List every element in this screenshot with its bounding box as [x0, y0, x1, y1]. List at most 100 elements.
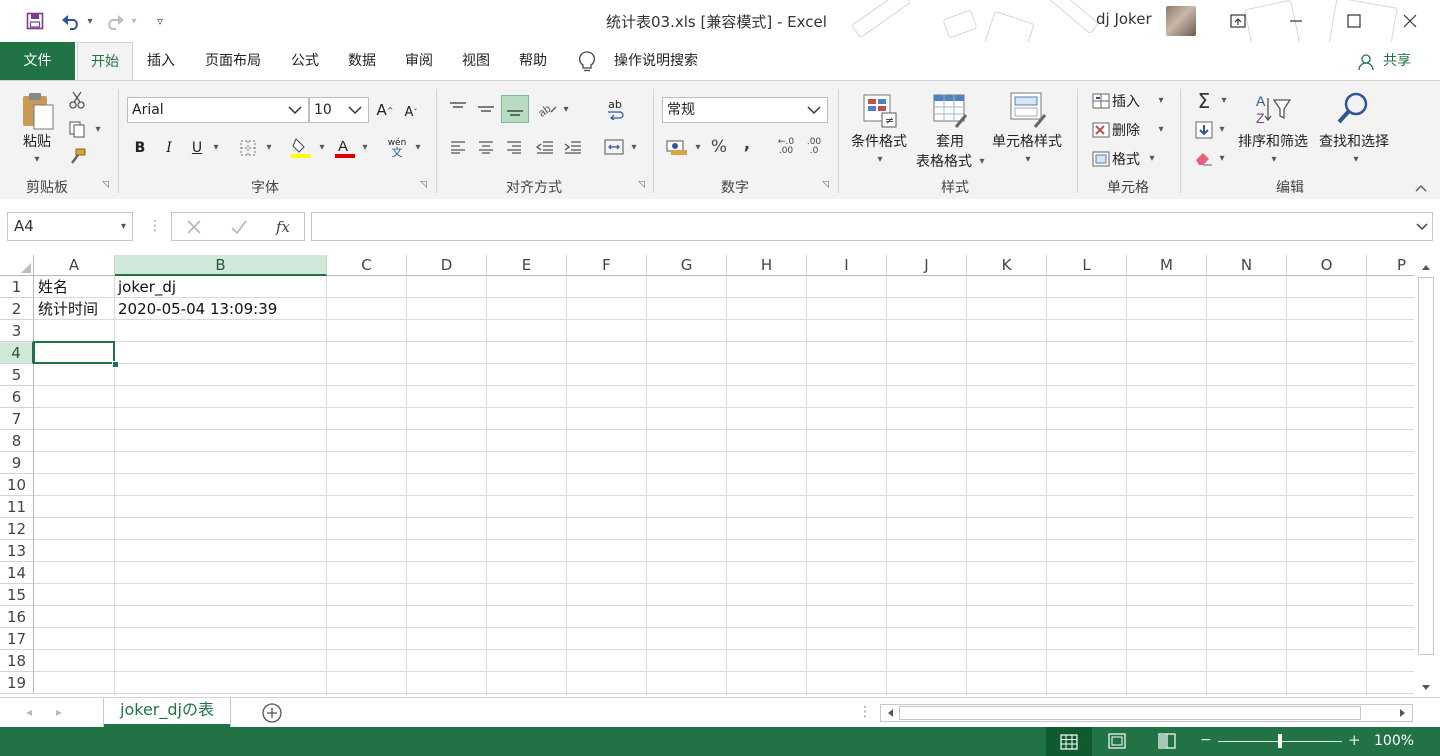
increase-decimal-icon[interactable]: ←.0.00: [774, 136, 798, 158]
format-as-table-icon[interactable]: [930, 91, 970, 131]
row-header-17[interactable]: 17: [0, 628, 34, 650]
column-header-m[interactable]: M: [1127, 255, 1207, 276]
bold-button[interactable]: B: [129, 137, 151, 159]
zoom-in-icon[interactable]: +: [1348, 731, 1361, 749]
decrease-decimal-icon[interactable]: .00.0: [802, 136, 826, 158]
column-header-a[interactable]: A: [34, 255, 115, 276]
italic-button[interactable]: I: [158, 137, 180, 159]
column-header-p[interactable]: P: [1367, 255, 1414, 276]
clear-icon[interactable]: [1192, 147, 1216, 169]
fill-icon[interactable]: [1192, 119, 1216, 141]
minimize-icon[interactable]: [1276, 6, 1316, 36]
cell-a1[interactable]: 姓名: [34, 276, 68, 298]
normal-view-icon[interactable]: [1046, 727, 1092, 756]
phonetic-dropdown-icon[interactable]: ▾: [412, 141, 424, 153]
borders-icon[interactable]: [237, 137, 259, 159]
column-header-h[interactable]: H: [727, 255, 807, 276]
vertical-scroll-thumb[interactable]: [1418, 277, 1434, 655]
tell-me-search[interactable]: 操作说明搜索: [606, 42, 706, 80]
align-left-icon[interactable]: [447, 136, 469, 158]
find-select-button[interactable]: 查找和选择: [1314, 131, 1394, 151]
row-header-7[interactable]: 7: [0, 408, 34, 430]
comma-button[interactable]: ,: [736, 133, 758, 155]
column-header-b[interactable]: B: [115, 255, 327, 276]
sheet-tab-active[interactable]: joker_djの表: [104, 698, 230, 727]
row-header-6[interactable]: 6: [0, 386, 34, 408]
scroll-left-icon[interactable]: [883, 706, 897, 720]
row-header-14[interactable]: 14: [0, 562, 34, 584]
zoom-slider-thumb[interactable]: [1278, 734, 1282, 748]
column-header-j[interactable]: J: [887, 255, 967, 276]
row-header-3[interactable]: 3: [0, 320, 34, 342]
tab-insert[interactable]: 插入: [137, 42, 185, 80]
font-color-icon[interactable]: A: [333, 135, 357, 159]
delete-dropdown-icon[interactable]: ▾: [1155, 123, 1167, 135]
row-header-1[interactable]: 1: [0, 276, 34, 298]
tab-split-grip-icon[interactable]: ⋮: [858, 704, 872, 720]
select-all-corner[interactable]: [0, 255, 34, 276]
collapse-ribbon-icon[interactable]: [1412, 181, 1430, 195]
insert-cells-button[interactable]: 插入: [1112, 90, 1146, 112]
cell-styles-dropdown-icon[interactable]: ▾: [1022, 153, 1034, 165]
cell-b2[interactable]: 2020-05-04 13:09:39: [114, 298, 277, 320]
clear-dropdown-icon[interactable]: ▾: [1216, 152, 1228, 164]
decrease-font-icon[interactable]: Aˇ: [400, 101, 422, 123]
redo-icon[interactable]: [104, 8, 126, 34]
align-right-icon[interactable]: [503, 136, 525, 158]
font-name-select[interactable]: Arial: [127, 97, 309, 123]
expand-formula-icon[interactable]: [1416, 220, 1428, 236]
align-top-icon[interactable]: [446, 97, 470, 121]
tab-help[interactable]: 帮助: [509, 42, 557, 80]
orientation-icon[interactable]: ab: [535, 97, 559, 121]
row-header-18[interactable]: 18: [0, 650, 34, 672]
vertical-scrollbar[interactable]: [1414, 255, 1440, 697]
fill-color-icon[interactable]: [289, 135, 313, 159]
delete-cells-button[interactable]: 删除: [1112, 119, 1146, 141]
tab-file[interactable]: 文件: [0, 42, 75, 80]
accounting-format-icon[interactable]: [664, 136, 690, 158]
name-box[interactable]: A4 ▾: [7, 212, 133, 241]
horizontal-scrollbar[interactable]: [880, 704, 1413, 722]
avatar[interactable]: [1166, 6, 1196, 36]
copy-dropdown-icon[interactable]: ▾: [92, 123, 104, 135]
paste-dropdown-icon[interactable]: ▾: [30, 153, 44, 165]
row-header-4[interactable]: 4: [0, 342, 34, 364]
borders-dropdown-icon[interactable]: ▾: [263, 141, 275, 153]
format-painter-icon[interactable]: [66, 145, 88, 167]
align-middle-icon[interactable]: [474, 97, 498, 121]
add-sheet-icon[interactable]: [261, 702, 283, 728]
row-header-8[interactable]: 8: [0, 430, 34, 452]
merge-center-icon[interactable]: [602, 136, 626, 158]
column-header-c[interactable]: C: [327, 255, 407, 276]
horizontal-scroll-thumb[interactable]: [899, 706, 1361, 720]
format-table-dropdown-icon[interactable]: ▾: [977, 155, 987, 167]
fill-color-dropdown-icon[interactable]: ▾: [316, 141, 328, 153]
column-header-l[interactable]: L: [1047, 255, 1127, 276]
autosum-icon[interactable]: Σ: [1192, 89, 1216, 113]
close-icon[interactable]: [1390, 6, 1430, 36]
sort-filter-icon[interactable]: AZ: [1252, 91, 1296, 127]
format-cells-icon[interactable]: [1090, 148, 1112, 170]
sort-dropdown-icon[interactable]: ▾: [1268, 153, 1280, 165]
cell-styles-button[interactable]: 单元格样式: [986, 131, 1068, 151]
column-header-o[interactable]: O: [1287, 255, 1367, 276]
underline-dropdown-icon[interactable]: ▾: [210, 141, 222, 153]
formula-bar-grip-icon[interactable]: ⋮: [148, 218, 162, 234]
format-cells-button[interactable]: 格式: [1112, 148, 1146, 170]
zoom-out-icon[interactable]: −: [1200, 732, 1212, 748]
align-bottom-icon[interactable]: [501, 95, 529, 123]
row-header-12[interactable]: 12: [0, 518, 34, 540]
align-center-icon[interactable]: [475, 136, 497, 158]
page-break-view-icon[interactable]: [1158, 733, 1176, 753]
phonetic-guide-icon[interactable]: wén 文: [384, 136, 410, 160]
tab-page-layout[interactable]: 页面布局: [196, 42, 270, 80]
delete-cells-icon[interactable]: [1090, 119, 1112, 141]
cell-styles-icon[interactable]: [1007, 89, 1049, 131]
page-layout-view-icon[interactable]: [1108, 733, 1126, 753]
format-as-table-line1[interactable]: 套用: [920, 131, 980, 151]
sort-filter-button[interactable]: 排序和筛选: [1234, 131, 1312, 151]
column-header-n[interactable]: N: [1207, 255, 1287, 276]
decrease-indent-icon[interactable]: [534, 136, 556, 158]
column-header-k[interactable]: K: [967, 255, 1047, 276]
column-header-i[interactable]: I: [807, 255, 887, 276]
